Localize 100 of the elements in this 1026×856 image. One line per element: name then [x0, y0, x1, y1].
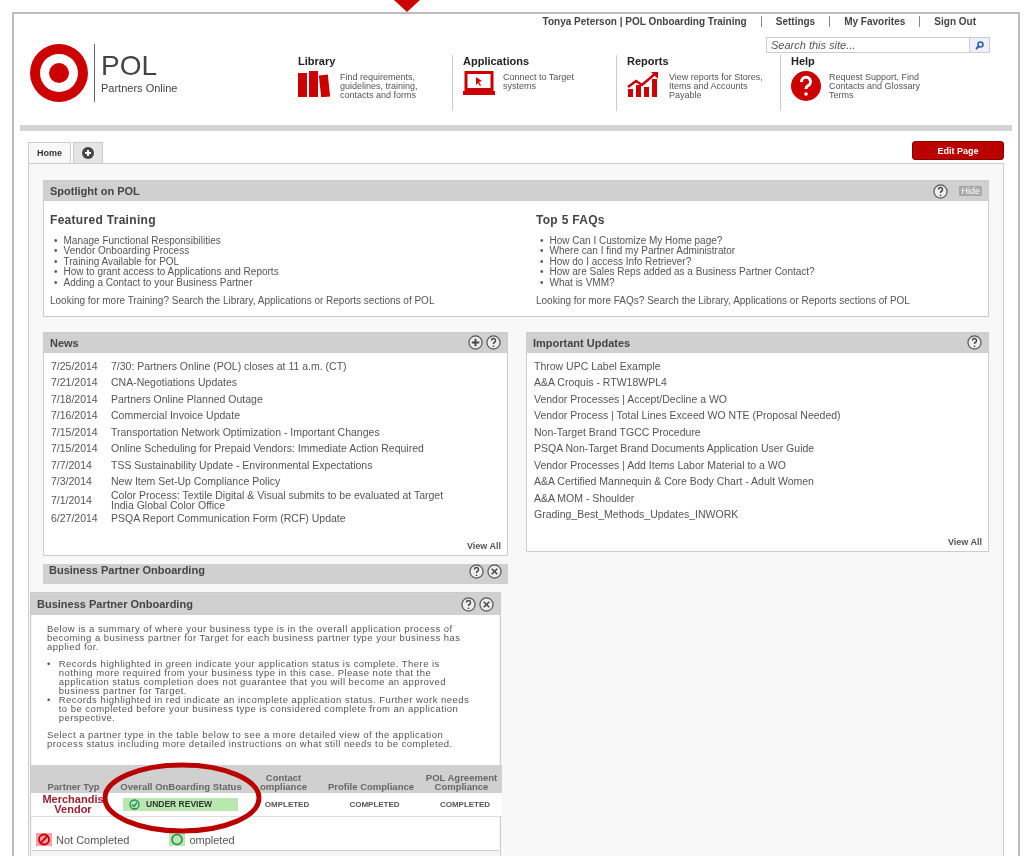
news-link[interactable]: Transportation Network Optimization - Important Changes	[111, 426, 380, 437]
bullet: •	[54, 255, 58, 267]
news-link[interactable]: Partners Online Planned Outage	[111, 393, 263, 404]
nav-description: View reports for Stores, Items and Accounts Payable	[669, 71, 764, 100]
bullet: •	[54, 245, 58, 257]
update-link[interactable]: Vendor Processes | Accept/Decline a WO	[534, 393, 727, 404]
help-icon[interactable]	[967, 335, 982, 350]
edit-page-button[interactable]: Edit Page	[912, 141, 1004, 160]
help-icon[interactable]	[933, 183, 949, 199]
header-link[interactable]: Sign Out	[919, 16, 990, 27]
list-link[interactable]: Where can I find my Partner Administrator	[549, 245, 736, 257]
close-icon[interactable]	[487, 563, 502, 579]
update-link[interactable]: Non-Target Brand TGCC Procedure	[534, 426, 701, 437]
nav-title[interactable]: Applications	[463, 55, 610, 67]
list-link[interactable]: How Can I Customize My Home page?	[549, 234, 723, 246]
panel-title: Business Partner Onboarding	[49, 563, 205, 576]
list-link[interactable]: How to grant access to Applications and Reports	[63, 266, 279, 278]
footer-text: Looking for more Training? Search the Library, Applications or Reports sections of POL	[50, 295, 436, 306]
close-icon[interactable]	[479, 596, 494, 612]
update-link[interactable]: Vendor Process | Total Lines Exceed WO NTE (Proposal Needed)	[534, 410, 841, 421]
news-date: 7/25/2014	[51, 360, 99, 371]
bullet: •	[54, 234, 58, 246]
nav-title[interactable]: Help	[791, 55, 938, 67]
legend-label: ompleted	[189, 833, 235, 846]
add-icon[interactable]	[468, 335, 483, 350]
list-link[interactable]: How do I access Info Retriever?	[549, 255, 692, 267]
bullet: •	[540, 276, 544, 288]
nav-title[interactable]: Reports	[627, 55, 774, 67]
nav-description: Connect to Target systems	[503, 71, 575, 91]
news-date: 7/18/2014	[51, 393, 99, 404]
intro-text: Below is a summary of where your business type is in the overall application process of becoming a business partner for Target for each business partner type your business has applied for.	[47, 624, 462, 651]
table-cell: COMPLETED	[421, 793, 502, 817]
news-date: 7/15/2014	[51, 443, 99, 454]
list-link[interactable]: What is VMM?	[549, 276, 615, 288]
list-link[interactable]: How are Sales Reps added as a Business Partner Contact?	[549, 266, 815, 278]
bullseye-logo	[30, 44, 88, 102]
nav-title[interactable]: Library	[298, 55, 446, 67]
news-link[interactable]: Online Scheduling for Prepaid Vendors: Immediate Action Required	[111, 443, 424, 454]
news-link[interactable]: PSQA Report Communication Form (RCF) Update	[111, 512, 346, 523]
header-link[interactable]: Tonya Peterson | POL Onboarding Training	[528, 16, 761, 27]
logo-title: POL	[101, 52, 159, 80]
news-link[interactable]: Color Process: Textile Digital & Visual submits to be evaluated at Target India Global Color Office	[111, 489, 466, 510]
prohibited-icon	[36, 833, 52, 846]
header-link[interactable]: My Favorites	[829, 16, 920, 27]
update-link[interactable]: A&A MOM - Shoulder	[534, 492, 635, 503]
add-icon	[82, 147, 94, 159]
list-link[interactable]: Vendor Onboarding Process	[63, 245, 190, 257]
status-badge: UNDER REVIEW	[123, 797, 238, 811]
bullet: •	[54, 276, 58, 288]
tab[interactable]: Home	[28, 142, 71, 164]
bullet-text: Records highlighted in green indicate your application status is complete. There is nothing more required from your business type in this case. Please note that the application status completion does not guarantee that you will become an approved business partner for Target.	[58, 659, 447, 695]
chart-icon	[627, 71, 661, 97]
news-link[interactable]: 7/30: Partners Online (POL) closes at 11 a.m. (CT)	[111, 360, 347, 371]
books-icon	[298, 71, 332, 97]
search-button[interactable]	[970, 37, 990, 53]
logo-subtitle: Partners Online	[101, 82, 178, 94]
column-header: POL Agreement Compliance	[421, 765, 502, 793]
panel-title: Spotlight on POL	[50, 185, 140, 197]
update-link[interactable]: A&A Certified Mannequin & Core Body Chart - Adult Women	[534, 476, 814, 487]
bullet: •	[540, 266, 544, 278]
panel-title: Important Updates	[533, 336, 631, 349]
news-link[interactable]: New Item Set-Up Compliance Policy	[111, 476, 281, 487]
add-tab[interactable]	[73, 142, 103, 164]
update-link[interactable]: Throw UPC Label Example	[534, 360, 661, 371]
news-link[interactable]: Commercial Invoice Update	[111, 410, 240, 421]
header-link[interactable]: Settings	[760, 16, 830, 27]
news-link[interactable]: CNA-Negotiations Updates	[111, 377, 238, 388]
section-heading: Featured Training	[50, 213, 157, 227]
update-link[interactable]: Grading_Best_Methods_Updates_INWORK	[534, 509, 739, 520]
column-header: Profile Compliance	[321, 765, 421, 793]
pointer-triangle	[394, 0, 420, 12]
legend-label: Not Completed	[56, 833, 130, 846]
table-cell: OMPLETED	[246, 793, 321, 817]
column-header: Contact ompliance	[246, 765, 321, 793]
search-icon	[975, 40, 984, 50]
news-date: 7/15/2014	[51, 426, 99, 437]
news-link[interactable]: TSS Sustainability Update - Environmental Expectations	[111, 459, 373, 470]
update-link[interactable]: Vendor Processes | Add Items Labor Material to a WO	[534, 459, 786, 470]
panel-title: News	[50, 336, 79, 349]
list-link[interactable]: Training Available for POL	[63, 255, 180, 267]
list-link[interactable]: Adding a Contact to your Business Partner	[63, 276, 253, 288]
footer-text: Looking for more FAQs? Search the Library, Applications or Reports sections of POL	[536, 295, 911, 306]
update-link[interactable]: A&A Croquis - RTW18WPL4	[534, 377, 667, 388]
bullet: •	[540, 234, 544, 246]
help-icon[interactable]	[461, 596, 476, 612]
news-date: 7/16/2014	[51, 410, 99, 421]
view-all-link[interactable]: View All	[948, 536, 982, 547]
view-all-link[interactable]: View All	[467, 540, 501, 551]
search-field[interactable]: Search this site...	[766, 37, 970, 53]
list-link[interactable]: Manage Functional Responsibilities	[63, 234, 221, 246]
help-icon[interactable]	[486, 335, 501, 350]
help-icon[interactable]	[469, 563, 484, 579]
bullet: •	[47, 695, 51, 707]
update-link[interactable]: PSQA Non-Target Brand Documents Application User Guide	[534, 443, 815, 454]
news-date: 7/21/2014	[51, 377, 99, 388]
news-date: 7/3/2014	[51, 476, 93, 487]
news-date: 6/27/2014	[51, 512, 99, 523]
instruction-text: Select a partner type in the table below to see a more detailed view of the application process status including more detailed instructions on what still needs to be completed.	[47, 730, 454, 748]
help-icon	[791, 71, 821, 101]
bullet-text: Records highlighted in red indicate an incomplete application status. Further work needs to be completed before your business type is considered complete from an application perspective.	[58, 695, 471, 722]
